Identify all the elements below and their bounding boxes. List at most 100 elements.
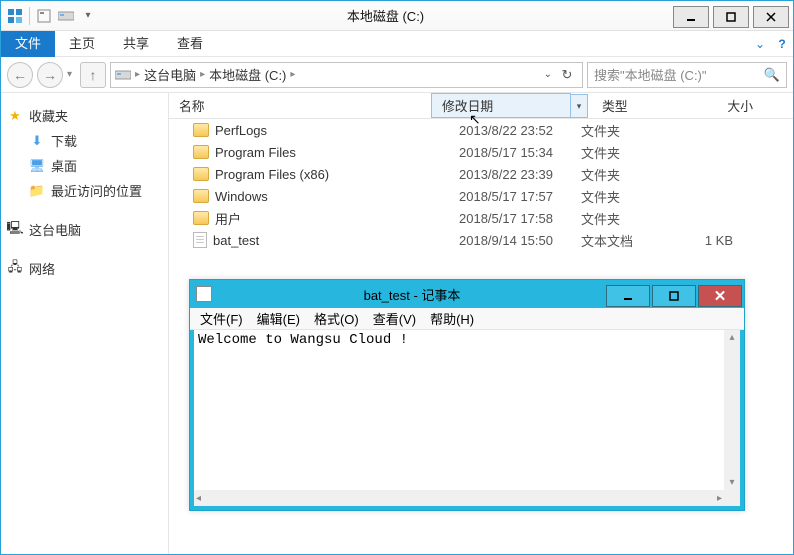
file-type: 文本文档 bbox=[571, 231, 663, 250]
quick-access-toolbar: ▾ bbox=[1, 6, 98, 26]
file-type: 文件夹 bbox=[571, 209, 663, 228]
search-input[interactable]: 搜索"本地磁盘 (C:)" 🔍 bbox=[587, 62, 787, 88]
file-date: 2018/5/17 17:58 bbox=[431, 211, 571, 226]
search-icon: 🔍 bbox=[764, 67, 780, 83]
notepad-window: bat_test - 记事本 ✕ 文件(F) 编辑(E) 格式(O) 查看(V)… bbox=[189, 279, 745, 511]
nav-favorites-label: 收藏夹 bbox=[29, 106, 68, 125]
file-name: bat_test bbox=[213, 233, 259, 248]
column-type[interactable]: 类型 bbox=[592, 93, 684, 118]
notepad-menu-edit[interactable]: 编辑(E) bbox=[251, 309, 306, 328]
notepad-scrollbar-horizontal[interactable]: ◂▸ bbox=[194, 490, 740, 506]
recent-icon: 📁 bbox=[29, 183, 45, 199]
nav-history-icon[interactable]: ▾ bbox=[67, 69, 72, 80]
nav-favorites[interactable]: ★ 收藏夹 bbox=[7, 103, 162, 128]
table-row[interactable]: Windows2018/5/17 17:57文件夹 bbox=[169, 185, 793, 207]
notepad-body: Welcome to Wangsu Cloud ! ▴▾ ◂▸ bbox=[190, 330, 744, 510]
column-date[interactable]: 修改日期 ▾ bbox=[431, 93, 571, 118]
breadcrumb[interactable]: ▸ 这台电脑 ▸ 本地磁盘 (C:) ▸ ⌄ ↻ bbox=[110, 62, 583, 88]
qat-overflow-icon[interactable]: ▾ bbox=[78, 6, 98, 26]
notepad-menu-format[interactable]: 格式(O) bbox=[308, 309, 365, 328]
chevron-right-icon[interactable]: ▸ bbox=[290, 69, 295, 80]
file-name: Program Files bbox=[215, 145, 296, 160]
nav-this-pc[interactable]: 🖳 这台电脑 bbox=[7, 217, 162, 242]
notepad-maximize-button[interactable] bbox=[652, 285, 696, 307]
table-row[interactable]: PerfLogs2013/8/22 23:52文件夹 bbox=[169, 119, 793, 141]
network-icon: 🖧 bbox=[7, 261, 23, 277]
table-row[interactable]: bat_test 2018/9/14 15:50文本文档1 KB bbox=[169, 229, 793, 251]
computer-icon: 🖳 bbox=[7, 222, 23, 238]
ribbon-tab-share[interactable]: 共享 bbox=[109, 31, 163, 57]
refresh-icon[interactable]: ↻ bbox=[556, 67, 578, 83]
nav-forward-button[interactable]: → bbox=[37, 62, 63, 88]
search-placeholder: 搜索"本地磁盘 (C:)" bbox=[594, 65, 707, 84]
file-type: 文件夹 bbox=[571, 143, 663, 162]
minimize-button[interactable] bbox=[673, 6, 709, 28]
notepad-close-button[interactable]: ✕ bbox=[698, 285, 742, 307]
nav-downloads[interactable]: ⬇ 下载 bbox=[7, 128, 162, 153]
ribbon-tab-file[interactable]: 文件 bbox=[1, 31, 55, 57]
file-size: 1 KB bbox=[663, 233, 743, 248]
notepad-scrollbar-vertical[interactable]: ▴▾ bbox=[724, 330, 740, 490]
nav-network[interactable]: 🖧 网络 bbox=[7, 256, 162, 281]
nav-desktop[interactable]: 🖥 桌面 bbox=[7, 153, 162, 178]
scroll-right-icon[interactable]: ▸ bbox=[717, 493, 722, 504]
file-name: 用户 bbox=[215, 209, 241, 228]
file-date: 2013/8/22 23:52 bbox=[431, 123, 571, 138]
column-name[interactable]: 名称 bbox=[169, 93, 431, 118]
file-type: 文件夹 bbox=[571, 187, 663, 206]
table-row[interactable]: 用户 2018/5/17 17:58文件夹 bbox=[169, 207, 793, 229]
nav-network-label: 网络 bbox=[29, 259, 55, 278]
breadcrumb-root[interactable]: 这台电脑 bbox=[144, 65, 196, 84]
download-icon: ⬇ bbox=[29, 133, 45, 149]
file-date: 2013/8/22 23:39 bbox=[431, 167, 571, 182]
notepad-menu-file[interactable]: 文件(F) bbox=[194, 309, 249, 328]
explorer-window: ▾ 本地磁盘 (C:) 文件 主页 共享 查看 ⌄ ? ← → ▾ ↑ ▸ 这台… bbox=[0, 0, 794, 555]
notepad-title: bat_test - 记事本 bbox=[218, 285, 606, 304]
column-date-filter-icon[interactable]: ▾ bbox=[570, 94, 588, 118]
notepad-menu-help[interactable]: 帮助(H) bbox=[424, 309, 480, 328]
scroll-left-icon[interactable]: ◂ bbox=[196, 493, 201, 504]
notepad-menu-view[interactable]: 查看(V) bbox=[367, 309, 422, 328]
ribbon-expand-icon[interactable]: ⌄ bbox=[749, 37, 771, 51]
scroll-up-icon[interactable]: ▴ bbox=[729, 332, 734, 343]
close-button[interactable] bbox=[753, 6, 789, 28]
explorer-title: 本地磁盘 (C:) bbox=[98, 6, 673, 25]
file-list-rows: PerfLogs2013/8/22 23:52文件夹 Program Files 2… bbox=[169, 119, 793, 251]
column-size[interactable]: 大小 bbox=[684, 93, 764, 118]
help-icon[interactable]: ? bbox=[771, 37, 793, 51]
address-dropdown-icon[interactable]: ⌄ bbox=[544, 69, 552, 80]
system-menu-icon[interactable] bbox=[5, 6, 25, 26]
chevron-right-icon[interactable]: ▸ bbox=[135, 69, 140, 80]
nav-recent[interactable]: 📁 最近访问的位置 bbox=[7, 178, 162, 203]
file-date: 2018/5/17 17:57 bbox=[431, 189, 571, 204]
file-date: 2018/9/14 15:50 bbox=[431, 233, 571, 248]
file-date: 2018/5/17 15:34 bbox=[431, 145, 571, 160]
notepad-minimize-button[interactable] bbox=[606, 285, 650, 307]
nav-up-button[interactable]: ↑ bbox=[80, 62, 106, 88]
address-bar: ← → ▾ ↑ ▸ 这台电脑 ▸ 本地磁盘 (C:) ▸ ⌄ ↻ 搜索"本地磁盘… bbox=[1, 57, 793, 93]
navigation-pane: ★ 收藏夹 ⬇ 下载 🖥 桌面 📁 最近访问的位置 🖳 这台电脑 bbox=[1, 93, 169, 554]
table-row[interactable]: Program Files 2018/5/17 15:34文件夹 bbox=[169, 141, 793, 163]
text-file-icon bbox=[193, 232, 207, 248]
ribbon-tab-view[interactable]: 查看 bbox=[163, 31, 217, 57]
nav-downloads-label: 下载 bbox=[51, 131, 77, 150]
nav-recent-label: 最近访问的位置 bbox=[51, 181, 142, 200]
nav-back-button[interactable]: ← bbox=[7, 62, 33, 88]
breadcrumb-drive[interactable]: 本地磁盘 (C:) bbox=[209, 65, 286, 84]
maximize-button[interactable] bbox=[713, 6, 749, 28]
table-row[interactable]: Program Files (x86)2013/8/22 23:39文件夹 bbox=[169, 163, 793, 185]
folder-icon bbox=[193, 145, 209, 159]
properties-icon[interactable] bbox=[34, 6, 54, 26]
notepad-titlebar[interactable]: bat_test - 记事本 ✕ bbox=[190, 280, 744, 308]
notepad-window-controls: ✕ bbox=[606, 282, 744, 307]
chevron-right-icon[interactable]: ▸ bbox=[200, 69, 205, 80]
drive-icon[interactable] bbox=[56, 6, 76, 26]
column-date-label: 修改日期 bbox=[442, 96, 493, 115]
notepad-text-area[interactable]: Welcome to Wangsu Cloud ! bbox=[194, 330, 740, 506]
folder-icon bbox=[193, 211, 209, 225]
file-type: 文件夹 bbox=[571, 121, 663, 140]
ribbon-tab-home[interactable]: 主页 bbox=[55, 31, 109, 57]
explorer-titlebar: ▾ 本地磁盘 (C:) bbox=[1, 1, 793, 31]
file-list-header: 名称 修改日期 ▾ 类型 大小 bbox=[169, 93, 793, 119]
scroll-down-icon[interactable]: ▾ bbox=[729, 477, 734, 488]
